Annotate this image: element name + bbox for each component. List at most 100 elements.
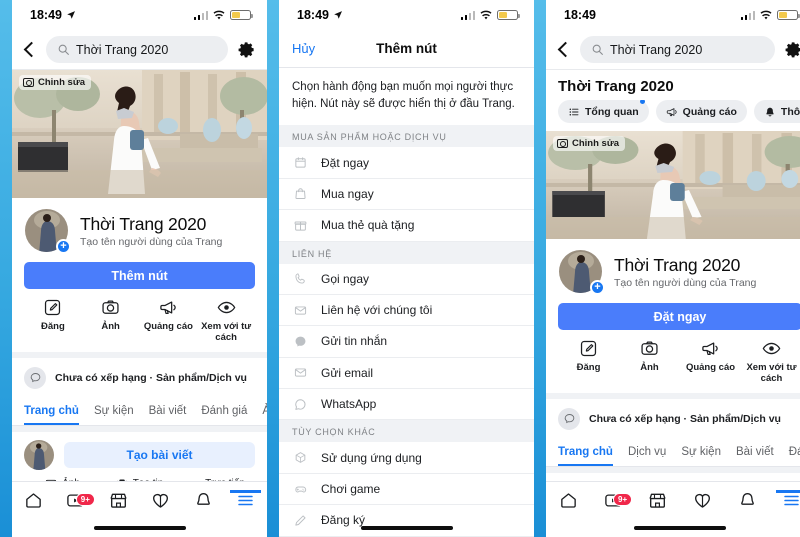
modal-title: Thêm nút [376,41,437,56]
menu-item-su-dung-ung-dung[interactable]: Sử dụng ứng dụng [279,442,534,474]
whatsapp-icon [292,398,308,411]
nav-dating[interactable] [680,491,725,510]
menu-item-choi-game[interactable]: Chơi game [279,474,534,506]
menu-item-whatsapp[interactable]: WhatsApp [279,389,534,421]
avatar[interactable]: + [558,249,605,295]
notification-badge: 9+ [75,493,95,507]
action-row-3: Đăng Ảnh Quảng cáo Xem với tư cách [558,330,800,393]
action-label: Đăng [41,321,65,332]
status-bar-time: 18:49 [297,8,329,22]
nav-watch[interactable]: 9+ [55,491,98,510]
bottom-nav-bar: 9+ [546,481,800,519]
chip-quang-cao[interactable]: Quảng cáo [655,100,747,123]
status-bar-left-1: 18:49 [30,8,76,22]
cover-edit-label: Chỉnh sửa [38,77,85,88]
nav-notifications[interactable] [725,491,770,510]
camera-icon [23,78,34,87]
book-now-cta[interactable]: Đặt ngay [558,303,800,330]
page-subtitle[interactable]: Tạo tên người dùng của Trang [80,236,222,248]
back-button[interactable] [23,41,40,58]
action-photo[interactable]: Ảnh [82,298,140,344]
action-label: Ảnh [640,362,659,373]
cover-photo[interactable]: Chỉnh sửa [546,131,800,239]
menu-item-label: WhatsApp [321,397,377,412]
action-view-as[interactable]: Xem với tư cách [197,298,255,344]
tab-bai-viet[interactable]: Bài viết [149,398,187,425]
menu-item-dat-ngay[interactable]: Đặt ngay [279,147,534,179]
gear-icon[interactable] [784,40,800,59]
tab-su-kien[interactable]: Sự kiện [94,398,134,425]
nav-home[interactable] [12,491,55,510]
cancel-button[interactable]: Hủy [292,41,315,56]
cover-edit-button[interactable]: Chỉnh sửa [553,136,625,151]
chip-thong-bao[interactable]: Thông bá [753,100,800,123]
profile-block-1: + Thời Trang 2020 Tạo tên người dùng của… [12,198,267,352]
rating-row[interactable]: Chưa có xếp hạng · Sản phẩm/Dịch vụ [546,398,800,439]
nav-menu[interactable] [769,490,800,510]
tab-trang-chu[interactable]: Trang chủ [558,439,613,466]
menu-item-gui-tin-nhan[interactable]: Gửi tin nhắn [279,326,534,358]
menu-item-mua-ngay[interactable]: Mua ngay [279,179,534,211]
nav-marketplace[interactable] [97,491,140,510]
location-arrow-icon [333,10,343,20]
home-indicator-wrap [12,519,267,537]
nav-marketplace[interactable] [635,491,680,510]
search-value: Thời Trang 2020 [610,42,703,57]
home-icon [24,491,43,510]
search-row-3: Thời Trang 2020 [546,30,800,70]
menu-item-lien-he[interactable]: Liên hệ với chúng tôi [279,295,534,327]
tab-trang-chu[interactable]: Trang chủ [24,398,79,425]
add-photo-button[interactable]: + [590,280,605,295]
chip-tong-quan[interactable]: Tổng quan [558,100,649,123]
search-input[interactable]: Thời Trang 2020 [46,36,228,63]
cover-edit-label: Chỉnh sửa [572,138,619,149]
nav-menu[interactable] [225,490,268,510]
action-photo[interactable]: Ảnh [619,339,680,385]
menu-item-label: Liên hệ với chúng tôi [321,303,433,318]
menu-item-label: Sử dụng ứng dụng [321,450,422,465]
chip-label: Thông bá [780,105,800,118]
cover-photo[interactable]: Chỉnh sửa [12,70,267,198]
action-label: Quảng cáo [143,321,193,332]
nav-dating[interactable] [140,491,183,510]
composer-avatar[interactable] [24,439,54,470]
tab-danh-gia[interactable]: Đánh g [789,439,800,466]
action-label: Quảng cáo [685,362,736,373]
page-title: Thời Trang 2020 [614,254,741,275]
action-ads[interactable]: Quảng cáo [680,339,741,385]
action-ads[interactable]: Quảng cáo [140,298,198,344]
camera-icon [640,339,659,358]
tab-su-kien[interactable]: Sự kiện [681,439,721,466]
tab-bai-viet[interactable]: Bài viết [736,439,774,466]
section-header-other: TÙY CHỌN KHÁC [279,420,534,443]
camera-icon [557,139,568,148]
action-post[interactable]: Đăng [24,298,82,344]
menu-item-gui-email[interactable]: Gửi email [279,358,534,390]
avatar[interactable]: + [24,208,71,254]
add-photo-button[interactable]: + [56,239,71,254]
nav-notifications[interactable] [182,491,225,510]
nav-watch[interactable]: 9+ [591,491,636,510]
tab-danh-gia[interactable]: Đánh giá [201,398,247,425]
add-button-cta[interactable]: Thêm nút [24,262,255,289]
page-subtitle[interactable]: Tạo tên người dùng của Trang [614,277,756,289]
tab-dich-vu[interactable]: Dịch vụ [628,439,666,466]
search-icon [591,43,604,56]
create-post-button[interactable]: Tạo bài viết [64,441,255,468]
rating-row[interactable]: Chưa có xếp hạng · Sản phẩm/Dịch vụ [12,357,267,398]
menu-item-mua-the-qua-tang[interactable]: Mua thẻ quà tặng [279,210,534,242]
cover-edit-button[interactable]: Chỉnh sửa [19,75,91,90]
tab-anh[interactable]: Ảnh [262,398,267,425]
cellular-signal-icon [740,10,755,20]
gear-icon[interactable] [237,40,256,59]
home-indicator [634,526,726,530]
action-post[interactable]: Đăng [558,339,619,385]
dating-heart-icon [693,491,712,510]
action-view-as[interactable]: Xem với tư cách [741,339,800,385]
back-button[interactable] [557,41,574,58]
marketplace-icon [109,491,128,510]
search-input[interactable]: Thời Trang 2020 [580,36,775,63]
status-bar-time: 18:49 [564,8,596,22]
menu-item-goi-ngay[interactable]: Gọi ngay [279,264,534,295]
nav-home[interactable] [546,491,591,510]
